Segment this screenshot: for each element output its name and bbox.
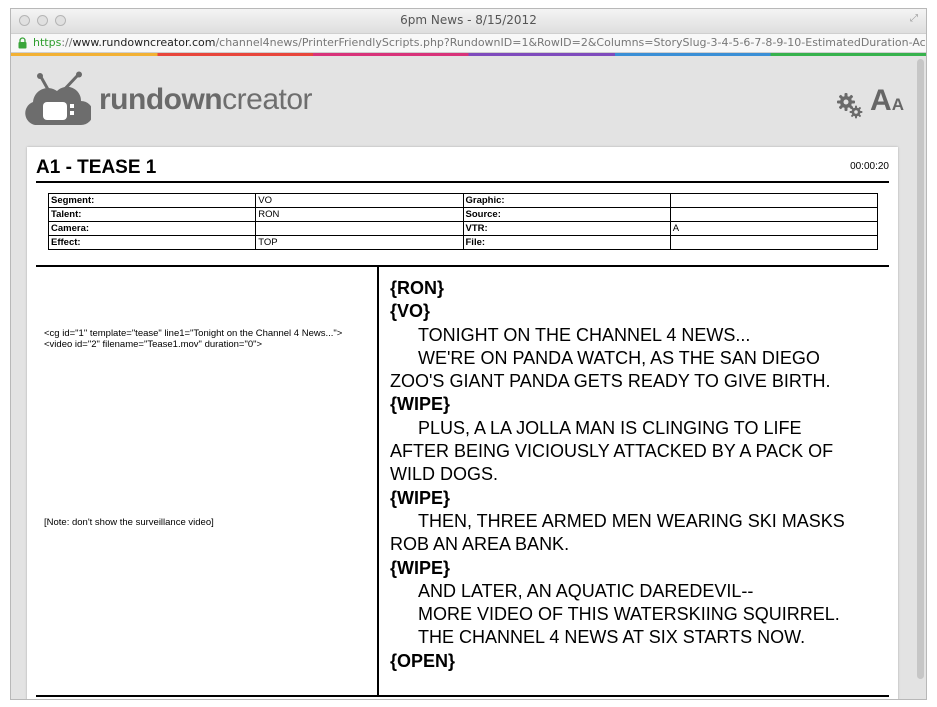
- script-line: MORE VIDEO OF THIS WATERSKIING SQUIRREL.: [418, 604, 840, 625]
- meta-value: A: [669, 221, 879, 236]
- meta-label: VTR:: [462, 221, 671, 236]
- meta-label: Effect:: [47, 235, 257, 250]
- logo-light-text: creator: [222, 83, 313, 116]
- fullscreen-icon[interactable]: ⤢: [910, 14, 920, 24]
- brand-logo[interactable]: rundowncreator: [23, 70, 313, 130]
- url-host: www.rundowncreator.com: [72, 36, 216, 49]
- script-line: TONIGHT ON THE CHANNEL 4 NEWS...: [418, 324, 751, 345]
- url-separator: ://: [61, 36, 73, 49]
- meta-value: RON: [255, 207, 464, 222]
- title-bar: 6pm News - 8/15/2012 ⤢: [11, 9, 926, 33]
- meta-label: Segment:: [47, 193, 257, 208]
- browser-window: 6pm News - 8/15/2012 ⤢ https://www.rundo…: [10, 8, 927, 700]
- meta-label: File:: [462, 235, 671, 250]
- script-line: ROB AN AREA BANK.: [390, 534, 570, 555]
- address-bar[interactable]: https://www.rundowncreator.com/channel4n…: [11, 33, 926, 53]
- tv-cloud-logo-icon: [25, 71, 91, 125]
- production-codes: <cg id="1" template="tease" line1="Tonig…: [44, 328, 342, 350]
- url-path: /channel4news/PrinterFriendlyScripts.php…: [215, 36, 926, 49]
- script-cue: {OPEN}: [390, 650, 456, 671]
- meta-label: Graphic:: [462, 193, 671, 208]
- script-line: THEN, THREE ARMED MEN WEARING SKI MASKS: [418, 510, 845, 531]
- meta-value: [669, 207, 879, 222]
- metadata-row: Camera: VTR: A: [47, 221, 879, 236]
- meta-label: Source:: [462, 207, 671, 222]
- page-content: rundowncreator AA A1 - TEASE 1 00:00:20 …: [11, 56, 926, 699]
- logo-wordmark: rundowncreator: [99, 83, 313, 117]
- meta-value: VO: [255, 193, 464, 208]
- script-line: THE CHANNEL 4 NEWS AT SIX STARTS NOW.: [418, 627, 806, 648]
- video-code-line: <video id="2" filename="Tease1.mov" dura…: [44, 339, 263, 350]
- script-cue: {WIPE}: [390, 487, 451, 508]
- url-text[interactable]: https://www.rundowncreator.com/channel4n…: [33, 34, 926, 52]
- lock-icon: [18, 37, 27, 49]
- meta-value: TOP: [255, 235, 464, 250]
- vertical-scrollbar[interactable]: [917, 59, 924, 679]
- meta-label: Camera:: [47, 221, 257, 236]
- script-cue: {VO}: [390, 301, 431, 322]
- cg-code-line: <cg id="1" template="tease" line1="Tonig…: [44, 328, 343, 339]
- script-line: PLUS, A LA JOLLA MAN IS CLINGING TO LIFE: [418, 417, 802, 438]
- meta-label: Talent:: [47, 207, 257, 222]
- metadata-row: Talent: RON Source:: [47, 207, 879, 222]
- metadata-table: Segment: VO Graphic: Talent: RON Source: Camer…: [47, 193, 879, 250]
- script-body: <cg id="1" template="tease" line1="Tonig…: [36, 265, 889, 697]
- story-duration: 00:00:20: [850, 161, 889, 172]
- script-line: AFTER BEING VICIOUSLY ATTACKED BY A PACK…: [390, 441, 834, 462]
- meta-value: [669, 193, 879, 208]
- gear-icon[interactable]: [836, 92, 864, 120]
- window-title: 6pm News - 8/15/2012: [400, 13, 537, 27]
- script-cue: {RON}: [390, 278, 445, 298]
- story-slug: A1 - TEASE 1: [36, 157, 157, 178]
- script-card: A1 - TEASE 1 00:00:20 Segment: VO Graphic:…: [27, 147, 898, 699]
- production-note: [Note: don't show the surveillance video…: [44, 517, 214, 528]
- font-size-small-glyph: A: [891, 95, 904, 114]
- script-line: WE'RE ON PANDA WATCH, AS THE SAN DIEGO: [418, 347, 820, 368]
- script-line: AND LATER, AN AQUATIC DAREDEVIL--: [418, 580, 754, 601]
- metadata-row: Segment: VO Graphic:: [47, 193, 879, 208]
- meta-value: [669, 235, 879, 250]
- logo-bold-text: rundown: [99, 83, 223, 116]
- anchor-script-column: {RON} {VO} TONIGHT ON THE CHANNEL 4 NEWS..…: [390, 277, 881, 673]
- meta-value: [255, 221, 464, 236]
- script-line: ZOO'S GIANT PANDA GETS READY TO GIVE BIR…: [390, 371, 831, 392]
- font-size-large-glyph: A: [870, 84, 892, 117]
- script-cue: {WIPE}: [390, 557, 451, 578]
- script-cue: {WIPE}: [390, 394, 451, 415]
- script-line: WILD DOGS.: [390, 464, 499, 485]
- toolbar: AA: [836, 86, 904, 120]
- font-size-button[interactable]: AA: [870, 86, 904, 120]
- metadata-row: Effect: TOP File:: [47, 235, 879, 250]
- technical-column: <cg id="1" template="tease" line1="Tonig…: [36, 267, 379, 695]
- story-header: A1 - TEASE 1 00:00:20: [36, 157, 889, 183]
- url-scheme: https: [33, 36, 62, 49]
